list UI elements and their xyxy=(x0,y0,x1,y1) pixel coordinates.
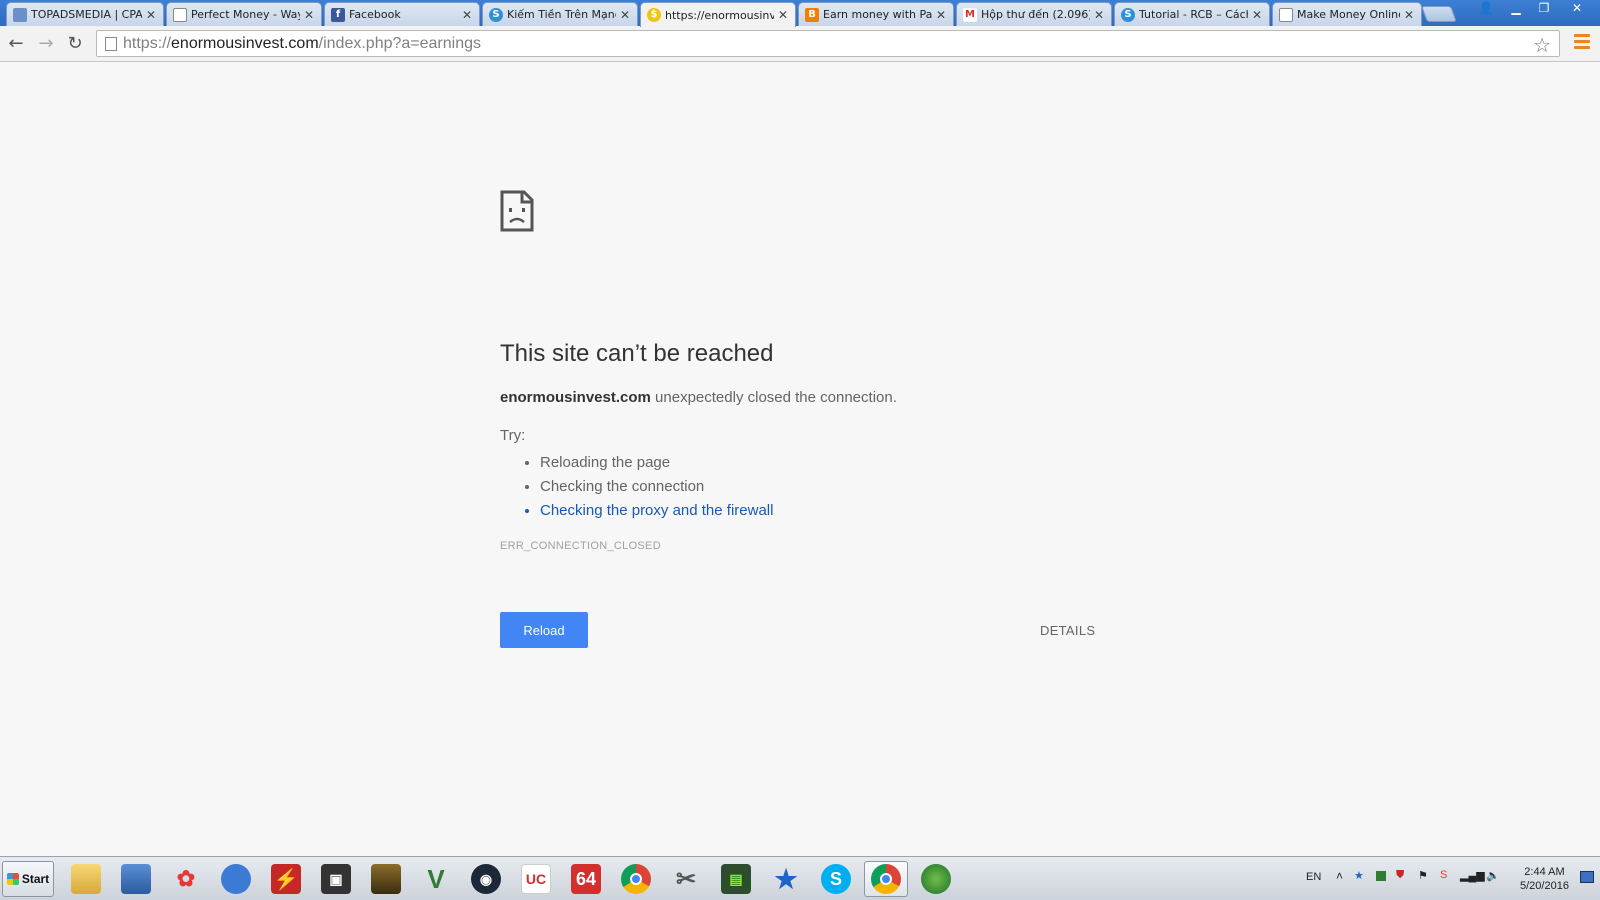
suggestion-connection: Checking the connection xyxy=(540,475,773,499)
show-hidden-icons[interactable]: ˄ xyxy=(1336,869,1343,883)
64-icon[interactable]: 64 xyxy=(564,861,608,897)
scrollbar[interactable] xyxy=(1586,62,1600,856)
page-icon xyxy=(1279,7,1293,22)
close-icon[interactable]: ✕ xyxy=(145,8,157,22)
tab-title: TOPADSMEDIA | CPA xyxy=(31,8,142,21)
browser-toolbar: ← → ↻ https://enormousinvest.com/index.p… xyxy=(0,26,1600,62)
tab-earn-money[interactable]: B Earn money with Pad ✕ xyxy=(798,2,954,26)
tab-make-money[interactable]: Make Money Online w ✕ xyxy=(1272,2,1422,26)
close-icon[interactable]: ✕ xyxy=(1251,8,1263,22)
clock[interactable]: 2:44 AM 5/20/2016 xyxy=(1520,865,1569,893)
clock-date: 5/20/2016 xyxy=(1520,880,1569,892)
suggestion-reload: Reloading the page xyxy=(540,451,773,475)
blogger-icon: B xyxy=(805,7,819,22)
minimize-button[interactable]: ▁ xyxy=(1502,0,1530,18)
action-center-flag-icon[interactable]: ⚑ xyxy=(1418,869,1428,882)
suggestion-list: Reloading the page Checking the connecti… xyxy=(540,451,773,523)
tab-title: Facebook xyxy=(349,8,401,21)
details-button[interactable]: DETAILS xyxy=(1040,623,1095,638)
facebook-icon: f xyxy=(331,7,345,22)
molecule-icon[interactable]: ✿ xyxy=(164,861,208,897)
s-icon: S xyxy=(1121,7,1135,22)
chrome-active-icon[interactable] xyxy=(864,861,908,897)
show-desktop-icon[interactable] xyxy=(1580,871,1594,883)
start-button[interactable]: Start xyxy=(2,861,54,897)
tab-title: Kiếm Tiền Trên Mạng xyxy=(507,8,616,21)
tab-gmail[interactable]: M Hộp thư đến (2.096) ✕ xyxy=(956,2,1112,26)
tab-enormousinvest[interactable]: $ https://enormousinve ✕ xyxy=(640,2,796,27)
clock-time: 2:44 AM xyxy=(1524,866,1565,878)
network-monitor-icon[interactable] xyxy=(114,861,158,897)
chrome-icon[interactable] xyxy=(614,861,658,897)
windows-logo-icon xyxy=(6,873,19,885)
tray-shield-icon[interactable]: ⛊ xyxy=(1396,869,1404,882)
game-icon[interactable] xyxy=(364,861,408,897)
forward-button[interactable]: → xyxy=(34,32,58,56)
tab-kiem-tien[interactable]: S Kiếm Tiền Trên Mạng ✕ xyxy=(482,2,638,26)
reload-button[interactable]: Reload xyxy=(500,612,588,648)
star-app-icon[interactable]: ★ xyxy=(764,861,808,897)
volume-icon[interactable]: 🔈 xyxy=(1486,869,1500,882)
uc-icon[interactable]: UC xyxy=(514,861,558,897)
tab-title: https://enormousinve xyxy=(665,8,774,22)
suggestion-proxy-link[interactable]: Checking the proxy and the firewall xyxy=(540,499,773,523)
tray-green-icon[interactable] xyxy=(1376,871,1386,881)
try-label: Try: xyxy=(500,427,526,444)
close-icon[interactable]: ✕ xyxy=(935,8,947,22)
terminal-icon[interactable]: ▤ xyxy=(714,861,758,897)
idm-icon[interactable] xyxy=(914,861,958,897)
close-icon[interactable]: ✕ xyxy=(461,8,473,22)
address-bar[interactable]: https://enormousinvest.com/index.php?a=e… xyxy=(96,30,1560,57)
globe-icon xyxy=(13,7,27,22)
close-icon[interactable]: ✕ xyxy=(777,8,789,22)
tools-icon[interactable]: ✂ xyxy=(664,861,708,897)
error-message: enormousinvest.com unexpectedly closed t… xyxy=(500,389,897,406)
tab-title: Earn money with Pad xyxy=(823,8,932,21)
close-window-button[interactable]: ✕ xyxy=(1560,0,1594,18)
tab-title: Hộp thư đến (2.096) xyxy=(981,8,1090,21)
close-icon[interactable]: ✕ xyxy=(303,8,315,22)
gta-v-icon[interactable]: V xyxy=(414,861,458,897)
language-indicator[interactable]: EN xyxy=(1306,871,1321,883)
new-tab-button[interactable] xyxy=(1421,6,1457,22)
reload-icon[interactable]: ↻ xyxy=(63,32,87,56)
close-icon[interactable]: ✕ xyxy=(619,8,631,22)
close-icon[interactable]: ✕ xyxy=(1093,8,1105,22)
skype-icon[interactable]: S xyxy=(814,861,858,897)
signal-icon[interactable]: ▂▄▆ xyxy=(1460,869,1485,882)
error-page: This site can’t be reached enormousinves… xyxy=(0,62,1600,856)
restore-button[interactable]: ❐ xyxy=(1530,0,1558,18)
tab-strip: TOPADSMEDIA | CPA ✕ Perfect Money - Way … xyxy=(0,0,1600,27)
tab-title: Make Money Online w xyxy=(1297,8,1400,21)
flash-icon[interactable]: ⚡ xyxy=(264,861,308,897)
back-button[interactable]: ← xyxy=(4,32,28,56)
gmail-icon: M xyxy=(963,7,977,22)
tab-tutorial-rcb[interactable]: S Tutorial - RCB – Cách ✕ xyxy=(1114,2,1270,26)
url-text: https://enormousinvest.com/index.php?a=e… xyxy=(123,34,482,52)
error-title: This site can’t be reached xyxy=(500,340,774,367)
file-explorer-icon[interactable] xyxy=(64,861,108,897)
page-info-icon[interactable] xyxy=(105,36,117,51)
tab-title: Perfect Money - Way xyxy=(191,8,300,21)
tab-perfect-money[interactable]: Perfect Money - Way ✕ xyxy=(166,2,322,26)
page-icon xyxy=(173,7,187,22)
tray-star-icon[interactable]: ★ xyxy=(1354,869,1364,882)
taskbar: Start ✿ ⚡ ▣ V ◉ UC 64 ✂ ▤ ★ S EN ˄ ★ ⛊ ⚑… xyxy=(0,856,1600,900)
monitor-app-icon[interactable]: ▣ xyxy=(314,861,358,897)
bookmark-star-icon[interactable]: ☆ xyxy=(1533,33,1551,57)
s-icon: S xyxy=(489,7,503,22)
steam-icon[interactable]: ◉ xyxy=(464,861,508,897)
tab-title: Tutorial - RCB – Cách xyxy=(1139,8,1248,21)
tab-topadsmedia[interactable]: TOPADSMEDIA | CPA ✕ xyxy=(6,2,164,26)
close-icon[interactable]: ✕ xyxy=(1403,8,1415,22)
tab-facebook[interactable]: f Facebook ✕ xyxy=(324,2,480,26)
tray-s-icon[interactable]: S xyxy=(1440,869,1447,881)
menu-icon[interactable] xyxy=(1574,34,1590,52)
error-code: ERR_CONNECTION_CLOSED xyxy=(500,540,661,552)
sad-page-icon xyxy=(500,190,534,232)
shield-app-icon[interactable] xyxy=(214,861,258,897)
loading-icon: $ xyxy=(647,8,661,22)
profile-icon[interactable]: 👤 xyxy=(1472,0,1500,18)
